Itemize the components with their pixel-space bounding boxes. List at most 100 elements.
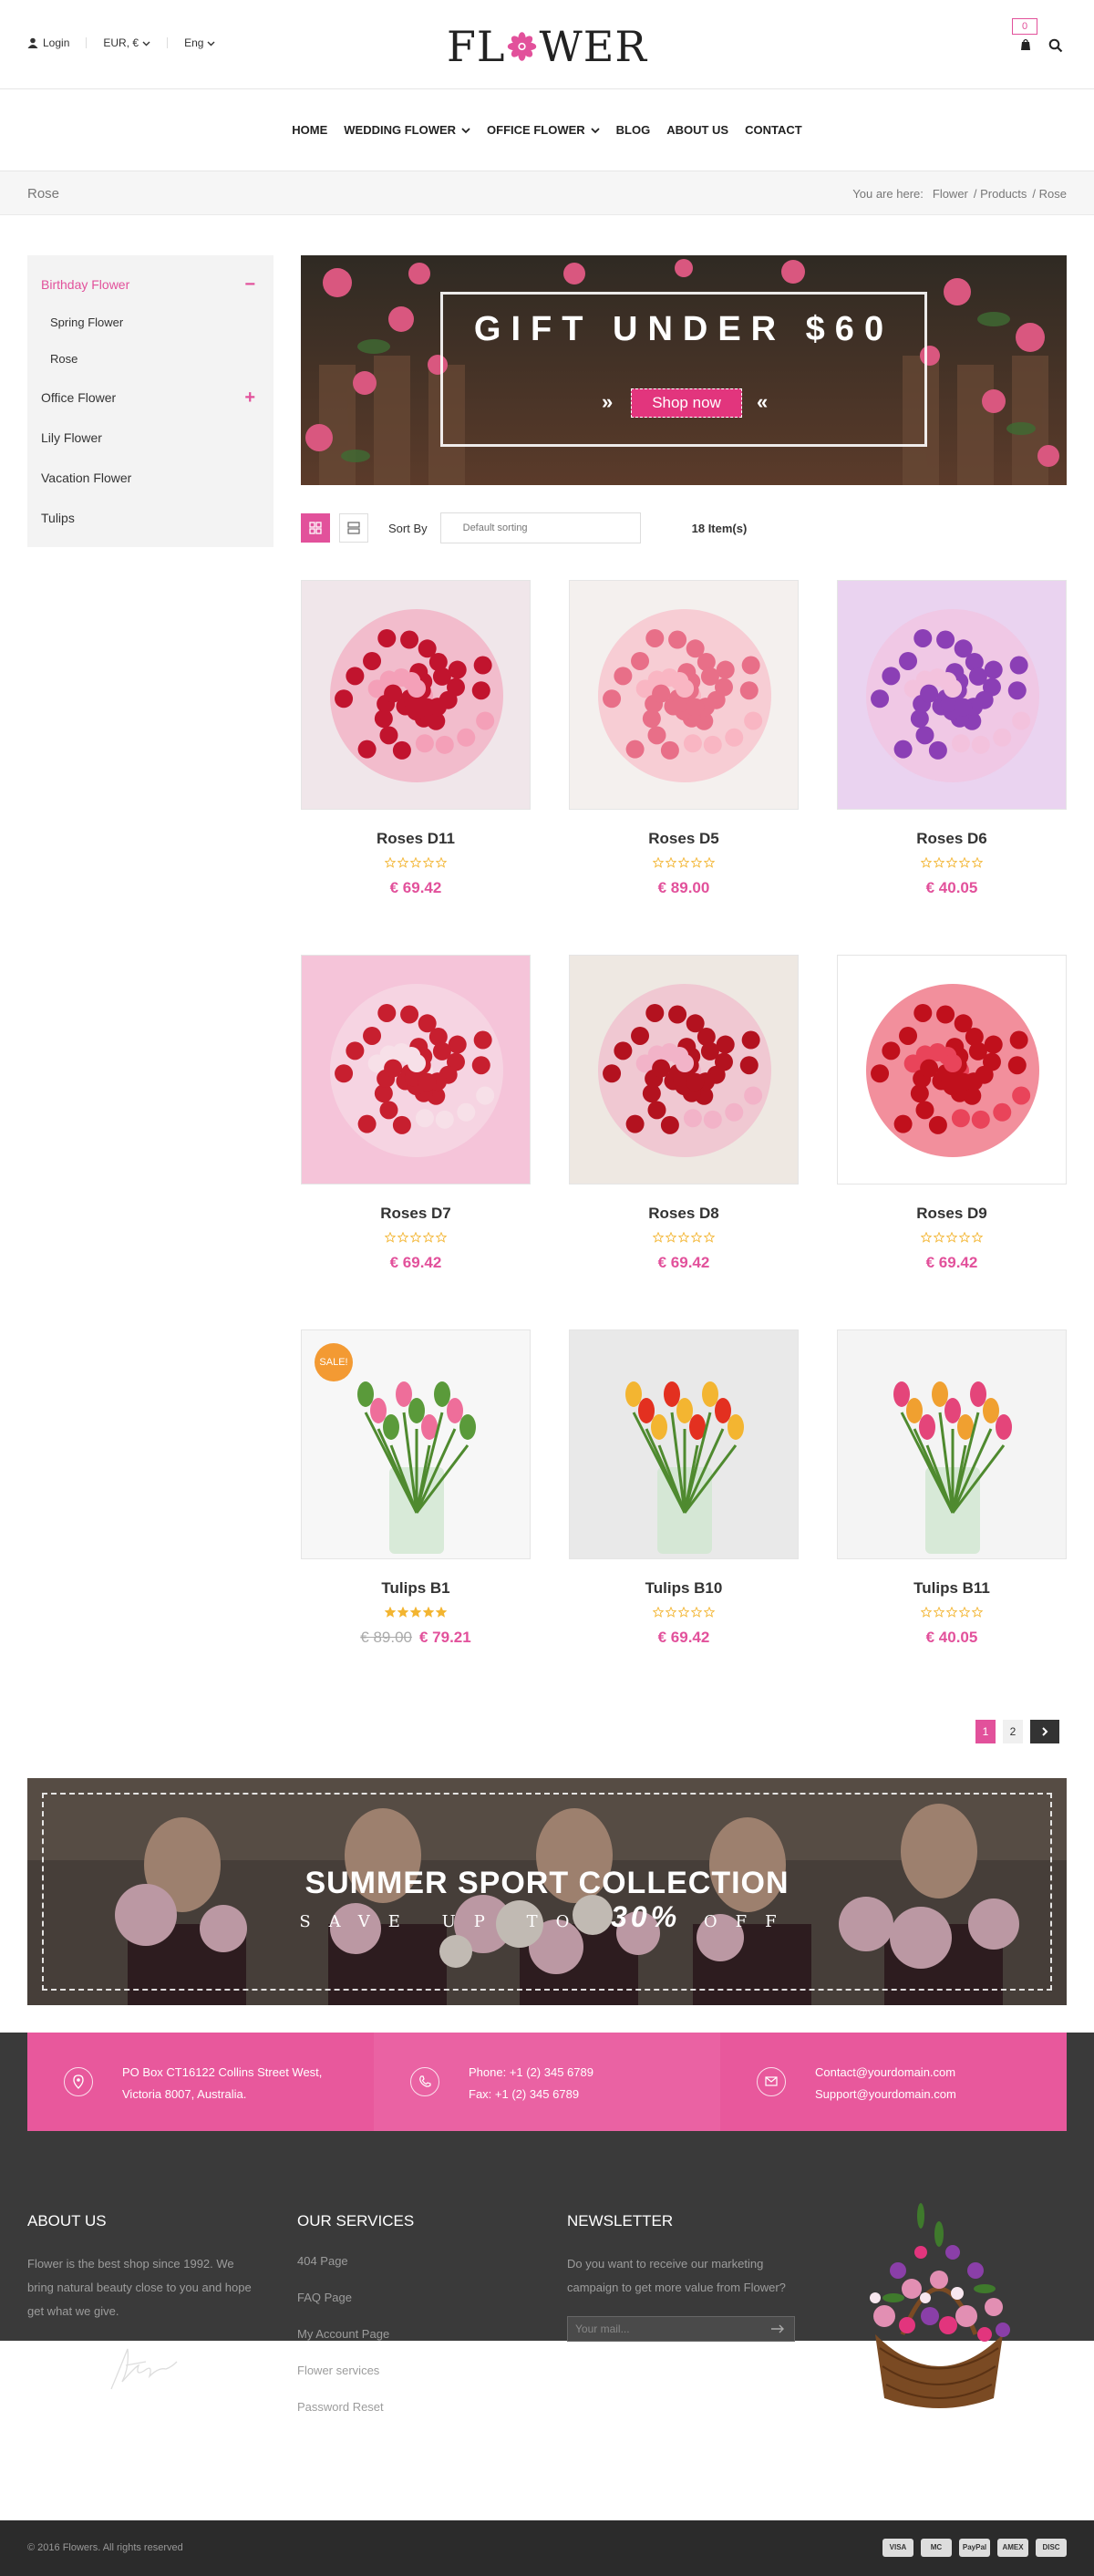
sidebar-item-vacation-flower[interactable]: Vacation Flower — [27, 458, 274, 498]
product-image[interactable] — [838, 956, 1067, 1185]
footer-link-faq[interactable]: FAQ Page — [297, 2280, 498, 2316]
product-name[interactable]: Tulips B1 — [301, 1579, 531, 1598]
newsletter-email-input[interactable]: Your mail... — [567, 2316, 795, 2342]
product-image[interactable] — [838, 581, 1067, 810]
product-name[interactable]: Tulips B10 — [569, 1579, 799, 1598]
nav-wedding-flower[interactable]: WEDDING FLOWER — [344, 123, 470, 137]
shopping-bag-icon[interactable] — [1019, 38, 1032, 51]
nav-label: ABOUT US — [666, 123, 729, 137]
product-card[interactable]: Roses D5 € 89.00 — [569, 580, 799, 897]
summer-collection-banner[interactable]: SUMMER SPORT COLLECTION SAVE UP TO 30% O… — [27, 1778, 1067, 2005]
sidebar-item-birthday-flower[interactable]: Birthday Flower − — [27, 264, 274, 305]
product-name[interactable]: Roses D9 — [837, 1205, 1067, 1223]
product-image-frame[interactable] — [837, 1329, 1067, 1559]
grid-view-button[interactable] — [301, 513, 330, 543]
expand-toggle-icon[interactable]: + — [244, 378, 255, 418]
product-image[interactable] — [570, 1330, 799, 1559]
footer-link-services[interactable]: Flower services — [297, 2353, 498, 2389]
footer-link-404[interactable]: 404 Page — [297, 2243, 498, 2280]
product-image-frame[interactable] — [569, 955, 799, 1185]
product-image-frame[interactable] — [301, 955, 531, 1185]
product-image-frame[interactable] — [837, 580, 1067, 810]
product-card[interactable]: Roses D11 € 69.42 — [301, 580, 531, 897]
promo-percent: 30% — [611, 1900, 681, 1933]
login-link[interactable]: Login — [27, 36, 69, 49]
sidebar-item-spring-flower[interactable]: Spring Flower — [27, 305, 274, 341]
star-icon — [666, 1607, 676, 1618]
product-card[interactable]: SALE! Tulips B1 € 89.00 € 79.21 — [301, 1329, 531, 1647]
product-name[interactable]: Roses D7 — [301, 1205, 531, 1223]
sidebar-item-office-flower[interactable]: Office Flower + — [27, 378, 274, 418]
contact-email-link[interactable]: Contact@yourdomain.com — [815, 2062, 956, 2084]
nav-office-flower[interactable]: OFFICE FLOWER — [487, 123, 600, 137]
chevron-right-icon — [1042, 1727, 1048, 1736]
product-card[interactable]: Tulips B10 € 69.42 — [569, 1329, 799, 1647]
nav-contact[interactable]: CONTACT — [745, 123, 802, 137]
product-image-frame[interactable] — [569, 580, 799, 810]
rating-stars — [569, 1232, 799, 1243]
support-email-link[interactable]: Support@yourdomain.com — [815, 2084, 956, 2105]
top-bar: Login EUR, € Eng FL WER 0 — [0, 0, 1094, 89]
contact-email: Contact@yourdomain.com Support@yourdomain… — [720, 2033, 1067, 2131]
product-image-frame[interactable] — [569, 1329, 799, 1559]
shop-now-button[interactable]: Shop now — [631, 388, 742, 418]
product-card[interactable]: Roses D6 € 40.05 — [837, 580, 1067, 897]
rating-stars — [837, 1607, 1067, 1618]
page-2-button[interactable]: 2 — [1003, 1720, 1023, 1743]
product-image[interactable] — [838, 1330, 1067, 1559]
nav-home[interactable]: HOME — [292, 123, 327, 137]
product-image[interactable] — [302, 956, 531, 1185]
footer-link-password[interactable]: Password Reset — [297, 2389, 498, 2426]
footer-newsletter: NEWSLETTER Do you want to receive our ma… — [567, 2212, 804, 2342]
currency-select[interactable]: EUR, € — [103, 36, 150, 49]
product-name[interactable]: Roses D11 — [301, 830, 531, 848]
product-card[interactable]: Roses D7 € 69.42 — [301, 955, 531, 1272]
arrow-right-icon[interactable] — [770, 2324, 785, 2333]
product-price: € 69.42 — [657, 1629, 710, 1646]
gift-banner[interactable]: GIFT UNDER $60 » Shop now « — [301, 255, 1067, 485]
breadcrumb-products[interactable]: / Products — [974, 187, 1027, 201]
sidebar-item-tulips[interactable]: Tulips — [27, 498, 274, 538]
product-image[interactable] — [570, 956, 799, 1185]
language-select[interactable]: Eng — [184, 36, 215, 49]
sidebar-item-lily-flower[interactable]: Lily Flower — [27, 418, 274, 458]
product-name[interactable]: Roses D8 — [569, 1205, 799, 1223]
login-label: Login — [43, 36, 70, 49]
product-card[interactable]: Roses D8 € 69.42 — [569, 955, 799, 1272]
star-icon — [436, 1232, 447, 1243]
sort-select[interactable]: Default sorting — [439, 512, 641, 543]
product-image-frame[interactable] — [837, 955, 1067, 1185]
fax-number: Fax: +1 (2) 345 6789 — [469, 2087, 580, 2101]
product-card[interactable]: Roses D9 € 69.42 — [837, 955, 1067, 1272]
footer-link-account[interactable]: My Account Page — [297, 2316, 498, 2353]
paypal-icon: PayPal — [959, 2539, 990, 2557]
product-image-frame[interactable] — [301, 580, 531, 810]
page-1-button[interactable]: 1 — [975, 1720, 996, 1743]
product-card[interactable]: Tulips B11 € 40.05 — [837, 1329, 1067, 1647]
product-price: € 40.05 — [925, 879, 978, 896]
product-name[interactable]: Roses D6 — [837, 830, 1067, 848]
collapse-toggle-icon[interactable]: − — [244, 264, 255, 305]
phone-number: Phone: +1 (2) 345 6789 — [469, 2065, 593, 2079]
product-price: € 69.42 — [925, 1254, 978, 1271]
next-page-button[interactable] — [1030, 1720, 1059, 1743]
product-name[interactable]: Roses D5 — [569, 830, 799, 848]
product-price: € 40.05 — [925, 1629, 978, 1646]
star-icon — [959, 1232, 970, 1243]
nav-label: WEDDING FLOWER — [344, 123, 457, 137]
sidebar-item-rose[interactable]: Rose — [27, 341, 274, 378]
search-icon[interactable] — [1048, 38, 1063, 53]
nav-blog[interactable]: BLOG — [616, 123, 651, 137]
flower-basket-image — [870, 2203, 1010, 2408]
breadcrumb-flower[interactable]: Flower — [933, 187, 968, 201]
nav-about-us[interactable]: ABOUT US — [666, 123, 728, 137]
list-view-button[interactable] — [339, 513, 368, 543]
product-image[interactable] — [302, 581, 531, 810]
star-icon — [972, 1232, 983, 1243]
old-price: € 89.00 — [360, 1629, 412, 1646]
product-name[interactable]: Tulips B11 — [837, 1579, 1067, 1598]
product-image-frame[interactable]: SALE! — [301, 1329, 531, 1559]
star-icon — [959, 857, 970, 868]
product-image[interactable] — [570, 581, 799, 810]
site-logo[interactable]: FL WER — [447, 22, 647, 71]
